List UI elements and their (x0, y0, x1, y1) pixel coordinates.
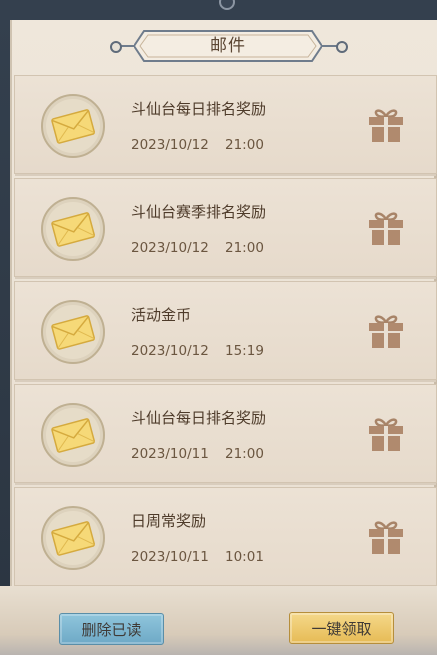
mail-date: 2023/10/11 (131, 446, 209, 462)
title-plaque: 邮件 (134, 29, 322, 63)
delete-read-button[interactable]: 删除已读 (59, 613, 164, 645)
mail-date: 2023/10/12 (131, 240, 209, 256)
mail-list-item[interactable]: 斗仙台每日排名奖励 2023/10/12 21:00 (14, 75, 437, 176)
mail-date: 2023/10/11 (131, 549, 209, 565)
mail-date: 2023/10/12 (131, 137, 209, 153)
mail-time: 21:00 (225, 446, 264, 462)
gift-icon (367, 106, 405, 144)
page-title: 邮件 (210, 36, 246, 56)
title-ornament-dot-right (336, 41, 348, 53)
envelope-icon (40, 402, 106, 468)
envelope-icon (40, 299, 106, 365)
envelope-icon (40, 93, 106, 159)
mail-list: 斗仙台每日排名奖励 2023/10/12 21:00 斗仙台赛季排名奖励 202… (14, 75, 437, 590)
claim-all-button[interactable]: 一键领取 (289, 612, 394, 644)
mail-list-item[interactable]: 斗仙台赛季排名奖励 2023/10/12 21:00 (14, 178, 437, 279)
gift-icon (367, 209, 405, 247)
mail-time: 10:01 (225, 549, 264, 565)
mail-subject: 活动金币 (131, 306, 192, 324)
mail-time: 21:00 (225, 240, 264, 256)
mail-list-item[interactable]: 斗仙台每日排名奖励 2023/10/11 21:00 (14, 384, 437, 485)
mail-subject: 日周常奖励 (131, 512, 207, 530)
mail-time: 21:00 (225, 137, 264, 153)
gift-icon (367, 415, 405, 453)
mail-subject: 斗仙台每日排名奖励 (131, 409, 267, 427)
gift-icon (367, 518, 405, 556)
mail-subject: 斗仙台每日排名奖励 (131, 100, 267, 118)
envelope-icon (40, 196, 106, 262)
title-ornament-dot-left (110, 41, 122, 53)
mail-subject: 斗仙台赛季排名奖励 (131, 203, 267, 221)
envelope-icon (40, 505, 106, 571)
mail-list-item[interactable]: 活动金币 2023/10/12 15:19 (14, 281, 437, 382)
mail-date: 2023/10/12 (131, 343, 209, 359)
mail-list-item[interactable]: 日周常奖励 2023/10/11 10:01 (14, 487, 437, 588)
gift-icon (367, 312, 405, 350)
mail-time: 15:19 (225, 343, 264, 359)
